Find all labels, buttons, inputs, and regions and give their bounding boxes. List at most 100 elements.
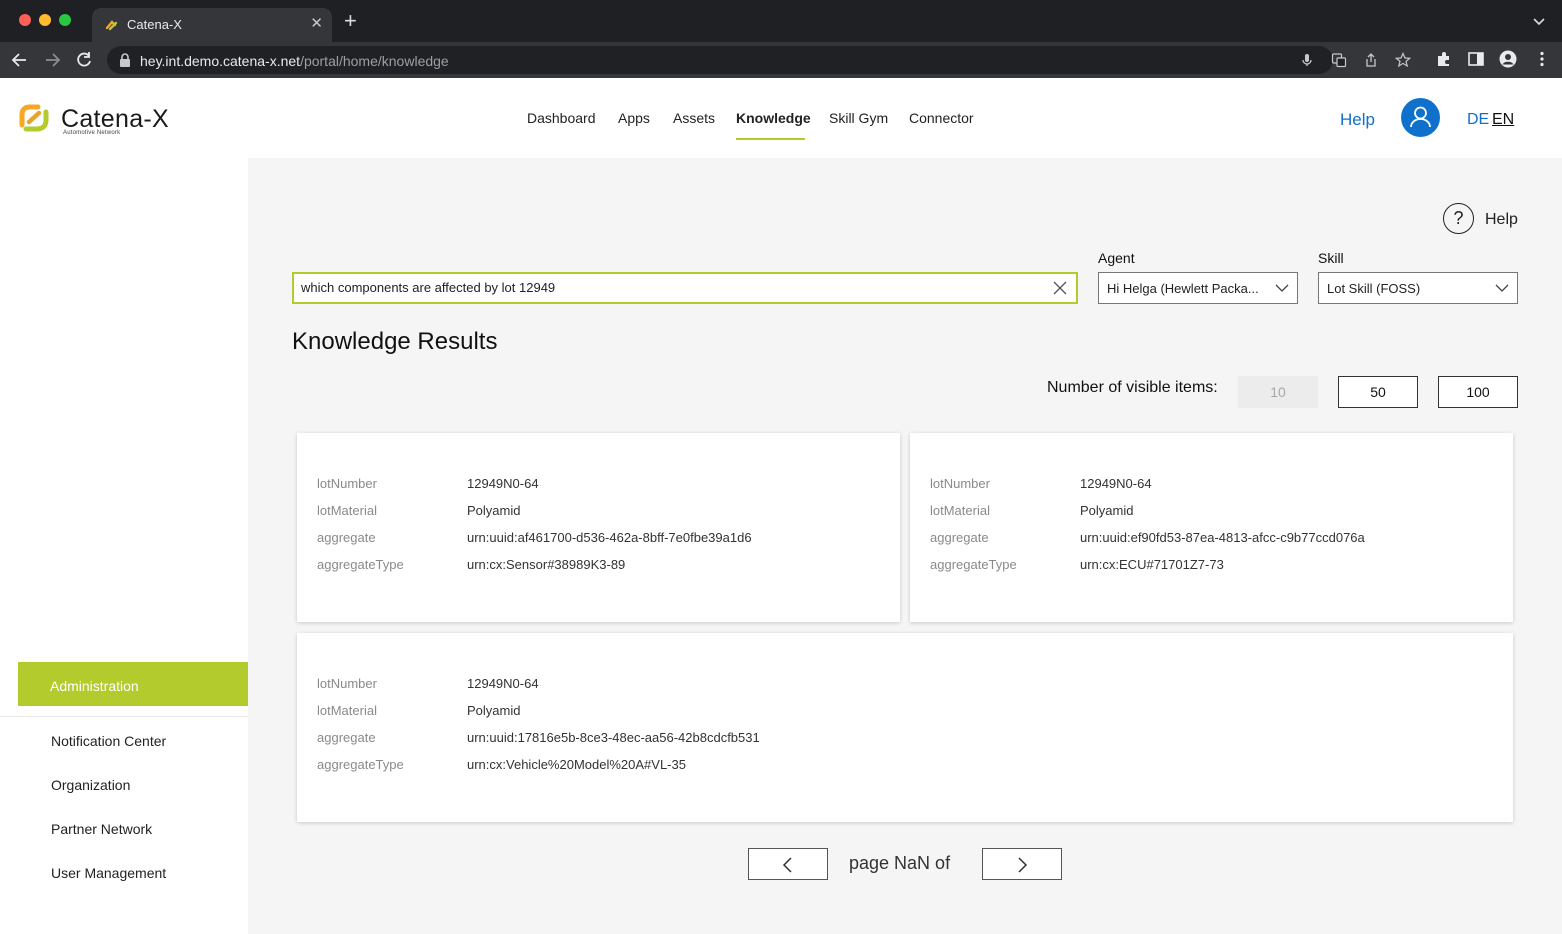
result-value: urn:uuid:af461700-d536-462a-8bff-7e0fbe3…	[467, 530, 752, 545]
result-value: 12949N0-64	[467, 476, 539, 491]
reload-icon[interactable]	[74, 50, 94, 70]
result-key: lotNumber	[317, 476, 377, 491]
sidebar-divider	[0, 716, 248, 717]
skill-select[interactable]: Lot Skill (FOSS)	[1318, 272, 1518, 304]
nav-assets[interactable]: Assets	[673, 110, 715, 126]
results-title: Knowledge Results	[292, 328, 498, 355]
chevron-right-icon	[1018, 857, 1028, 873]
nav-skill-gym[interactable]: Skill Gym	[829, 110, 888, 126]
profile-icon[interactable]	[1499, 50, 1517, 68]
forward-arrow-icon[interactable]	[42, 50, 62, 70]
result-value: urn:cx:Sensor#38989K3-89	[467, 557, 626, 572]
result-value: Polyamid	[467, 703, 521, 718]
url-text: hey.int.demo.catena-x.net/portal/home/kn…	[140, 53, 449, 69]
sidebar: Administration Notification Center Organ…	[0, 158, 248, 934]
result-card: lotNumber 12949N0-64 lotMaterial Polyami…	[910, 433, 1513, 622]
result-value: urn:cx:ECU#71701Z7-73	[1080, 557, 1224, 572]
result-card: lotNumber 12949N0-64 lotMaterial Polyami…	[297, 433, 900, 622]
catena-x-favicon-icon	[105, 20, 118, 31]
result-key: lotNumber	[930, 476, 990, 491]
result-value: urn:uuid:ef90fd53-87ea-4813-afcc-c9b77cc…	[1080, 530, 1365, 545]
tab-search-chevron-icon[interactable]	[1532, 14, 1546, 28]
next-page-button[interactable]	[982, 848, 1062, 880]
extensions-puzzle-icon[interactable]	[1435, 50, 1453, 68]
result-key: aggregate	[317, 730, 376, 745]
browser-toolbar: hey.int.demo.catena-x.net/portal/home/kn…	[0, 42, 1562, 78]
agent-select[interactable]: Hi Helga (Hewlett Packa...	[1098, 272, 1298, 304]
main-content: ? Help Agent Hi Helga (Hewlett Packa... …	[248, 158, 1562, 934]
result-value: urn:uuid:17816e5b-8ce3-48ec-aa56-42b8cdc…	[467, 730, 760, 745]
new-tab-icon[interactable]: +	[344, 10, 357, 32]
header-help-link[interactable]: Help	[1340, 110, 1375, 130]
back-arrow-icon[interactable]	[10, 50, 30, 70]
tab-title: Catena-X	[127, 17, 182, 32]
result-key: aggregate	[930, 530, 989, 545]
result-key: aggregateType	[317, 757, 404, 772]
active-nav-indicator	[736, 138, 805, 140]
share-icon[interactable]	[1363, 52, 1379, 68]
sidebar-item-partner-network[interactable]: Partner Network	[51, 821, 152, 837]
result-key: aggregateType	[930, 557, 1017, 572]
user-icon	[1410, 106, 1431, 128]
agent-select-value: Hi Helga (Hewlett Packa...	[1107, 281, 1259, 296]
result-key: lotMaterial	[930, 503, 990, 518]
page-indicator: page NaN of	[849, 853, 951, 873]
window-minimize-button[interactable]	[39, 14, 51, 26]
page-help-link[interactable]: Help	[1485, 211, 1518, 229]
previous-page-button[interactable]	[748, 848, 828, 880]
visible-items-100-button[interactable]: 100	[1438, 376, 1518, 408]
skill-select-value: Lot Skill (FOSS)	[1327, 281, 1421, 296]
sidebar-panel-icon[interactable]	[1467, 50, 1485, 68]
chevron-left-icon	[782, 857, 792, 873]
sidebar-item-administration[interactable]: Administration	[18, 662, 248, 706]
result-key: lotNumber	[317, 676, 377, 691]
search-box[interactable]	[292, 272, 1078, 304]
url-path: /portal/home/knowledge	[300, 53, 449, 69]
result-value: Polyamid	[1080, 503, 1134, 518]
result-value: Polyamid	[467, 503, 521, 518]
nav-apps[interactable]: Apps	[618, 110, 650, 126]
brand-subtitle: Automotive Network	[63, 130, 121, 136]
lock-icon	[120, 53, 130, 67]
close-icon[interactable]	[1053, 281, 1067, 295]
help-circle-icon[interactable]: ?	[1443, 203, 1474, 234]
microphone-icon[interactable]	[1299, 52, 1315, 68]
nav-knowledge[interactable]: Knowledge	[736, 110, 811, 126]
result-key: lotMaterial	[317, 703, 377, 718]
agent-label: Agent	[1098, 250, 1135, 266]
translate-icon[interactable]	[1331, 52, 1347, 68]
visible-items-50-button[interactable]: 50	[1338, 376, 1418, 408]
skill-label: Skill	[1318, 250, 1344, 266]
nav-connector[interactable]: Connector	[909, 110, 974, 126]
window-close-button[interactable]	[19, 14, 31, 26]
nav-dashboard[interactable]: Dashboard	[527, 110, 596, 126]
sidebar-item-organization[interactable]: Organization	[51, 777, 130, 793]
browser-tab[interactable]: Catena-X ✕	[92, 8, 332, 42]
url-host: hey.int.demo.catena-x.net	[140, 53, 301, 69]
result-key: aggregate	[317, 530, 376, 545]
result-card: lotNumber 12949N0-64 lotMaterial Polyami…	[297, 633, 1513, 822]
window-maximize-button[interactable]	[59, 14, 71, 26]
result-value: urn:cx:Vehicle%20Model%20A#VL-35	[467, 757, 686, 772]
visible-items-10-button[interactable]: 10	[1238, 376, 1318, 408]
sidebar-item-user-management[interactable]: User Management	[51, 865, 166, 881]
bookmark-star-icon[interactable]	[1395, 52, 1411, 68]
address-bar[interactable]: hey.int.demo.catena-x.net/portal/home/kn…	[107, 46, 1411, 74]
tab-close-icon[interactable]: ✕	[310, 14, 323, 32]
browser-tab-bar: Catena-X ✕ +	[0, 0, 1562, 42]
knowledge-search-input[interactable]	[301, 280, 1041, 295]
chevron-down-icon	[1495, 284, 1509, 292]
result-key: aggregateType	[317, 557, 404, 572]
sidebar-item-notification-center[interactable]: Notification Center	[51, 733, 166, 749]
language-de[interactable]: DE	[1467, 111, 1489, 129]
user-avatar[interactable]	[1401, 98, 1440, 137]
chevron-down-icon	[1275, 284, 1289, 292]
catena-x-logo-icon[interactable]	[16, 100, 52, 136]
result-key: lotMaterial	[317, 503, 377, 518]
kebab-menu-icon[interactable]	[1533, 50, 1551, 68]
app-header: Catena-X Automotive Network Dashboard Ap…	[0, 78, 1562, 158]
result-value: 12949N0-64	[467, 676, 539, 691]
visible-items-label: Number of visible items:	[1047, 379, 1218, 396]
language-en[interactable]: EN	[1492, 111, 1514, 129]
result-value: 12949N0-64	[1080, 476, 1152, 491]
